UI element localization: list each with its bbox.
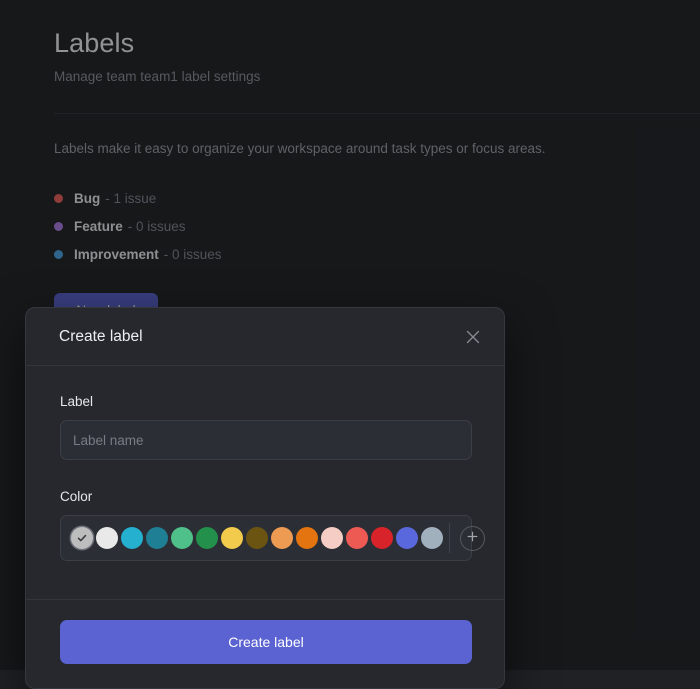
dialog-footer: Create label: [26, 599, 504, 688]
color-swatch-bar: [60, 515, 472, 561]
dialog-header: Create label: [26, 308, 504, 366]
close-button[interactable]: [460, 324, 486, 350]
plus-circle-icon: [466, 530, 479, 546]
create-label-button[interactable]: Create label: [60, 620, 472, 664]
dialog-body: Label Color: [26, 366, 504, 599]
color-swatch[interactable]: [421, 527, 443, 549]
color-swatch[interactable]: [71, 527, 93, 549]
dialog-title: Create label: [59, 328, 460, 346]
color-swatch[interactable]: [271, 527, 293, 549]
color-swatch[interactable]: [321, 527, 343, 549]
add-custom-color-button[interactable]: [460, 526, 485, 551]
color-swatch-list: [71, 527, 443, 549]
color-swatch[interactable]: [121, 527, 143, 549]
check-icon: [76, 532, 88, 544]
swatch-divider: [449, 523, 450, 553]
label-name-input[interactable]: [60, 420, 472, 460]
color-swatch[interactable]: [371, 527, 393, 549]
color-swatch[interactable]: [196, 527, 218, 549]
color-field-label: Color: [60, 489, 470, 504]
create-label-dialog: Create label Label Color: [25, 307, 505, 689]
label-field-group: Label: [60, 394, 470, 460]
color-swatch[interactable]: [396, 527, 418, 549]
color-swatch[interactable]: [146, 527, 168, 549]
color-swatch[interactable]: [246, 527, 268, 549]
color-swatch[interactable]: [346, 527, 368, 549]
color-swatch[interactable]: [296, 527, 318, 549]
color-swatch[interactable]: [221, 527, 243, 549]
color-swatch[interactable]: [171, 527, 193, 549]
color-swatch[interactable]: [96, 527, 118, 549]
close-icon: [466, 330, 480, 344]
label-field-label: Label: [60, 394, 470, 409]
color-field-group: Color: [60, 489, 470, 561]
